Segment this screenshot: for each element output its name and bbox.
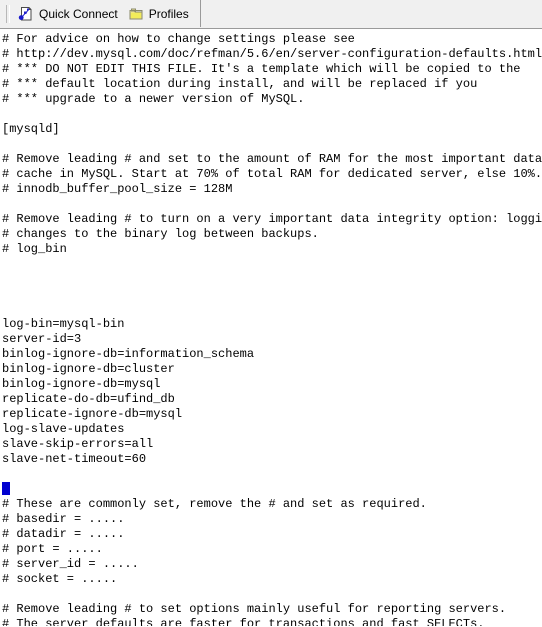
terminal-line: # Remove leading # and set to the amount… [2,152,542,166]
terminal-line: # socket = ..... [2,572,118,586]
folder-icon [128,6,144,22]
quick-connect-label: Quick Connect [39,6,118,21]
terminal-line: # *** default location during install, a… [2,77,478,91]
terminal-screen[interactable]: # For advice on how to change settings p… [0,29,542,626]
terminal-line: # port = ..... [2,542,103,556]
toolbar-grip [6,4,10,23]
terminal-line: log-bin=mysql-bin [2,317,125,331]
terminal-line: # log_bin [2,242,67,256]
terminal-line: slave-net-timeout=60 [2,452,147,466]
terminal-line: # The server defaults are faster for tra… [2,617,485,626]
terminal-line: # These are commonly set, remove the # a… [2,497,427,511]
toolbar-button-group: Quick Connect Profiles [0,0,201,27]
terminal-line: # basedir = ..... [2,512,125,526]
terminal-line: binlog-ignore-db=information_schema [2,347,255,361]
terminal-line: # http://dev.mysql.com/doc/refman/5.6/en… [2,47,542,61]
profiles-button[interactable]: Profiles [125,1,196,26]
terminal-line: server-id=3 [2,332,82,346]
terminal-line: # *** upgrade to a newer version of MySQ… [2,92,305,106]
terminal-line: # For advice on how to change settings p… [2,32,355,46]
terminal-line: log-slave-updates [2,422,125,436]
terminal-line: binlog-ignore-db=cluster [2,362,175,376]
terminal-line: [mysqld] [2,122,60,136]
terminal-line: # cache in MySQL. Start at 70% of total … [2,167,542,181]
terminal-line: # datadir = ..... [2,527,125,541]
profiles-label: Profiles [148,6,189,21]
terminal-line: # innodb_buffer_pool_size = 128M [2,182,233,196]
terminal-line: # server_id = ..... [2,557,139,571]
toolbar: Quick Connect Profiles [0,0,542,29]
terminal-line [2,482,542,497]
terminal-line: # Remove leading # to turn on a very imp… [2,212,542,226]
terminal-line: slave-skip-errors=all [2,437,154,451]
quick-connect-button[interactable]: Quick Connect [15,1,125,26]
terminal-line: # changes to the binary log between back… [2,227,319,241]
terminal-line: binlog-ignore-db=mysql [2,377,161,391]
terminal-line: # *** DO NOT EDIT THIS FILE. It's a temp… [2,62,521,76]
terminal-line: replicate-do-db=ufind_db [2,392,175,406]
terminal-text-buffer: # For advice on how to change settings p… [2,32,542,626]
quick-connect-icon [18,6,34,22]
toolbar-empty-area [200,0,542,28]
terminal-line: # Remove leading # to set options mainly… [2,602,507,616]
text-cursor [2,482,10,495]
terminal-line: replicate-ignore-db=mysql [2,407,183,421]
